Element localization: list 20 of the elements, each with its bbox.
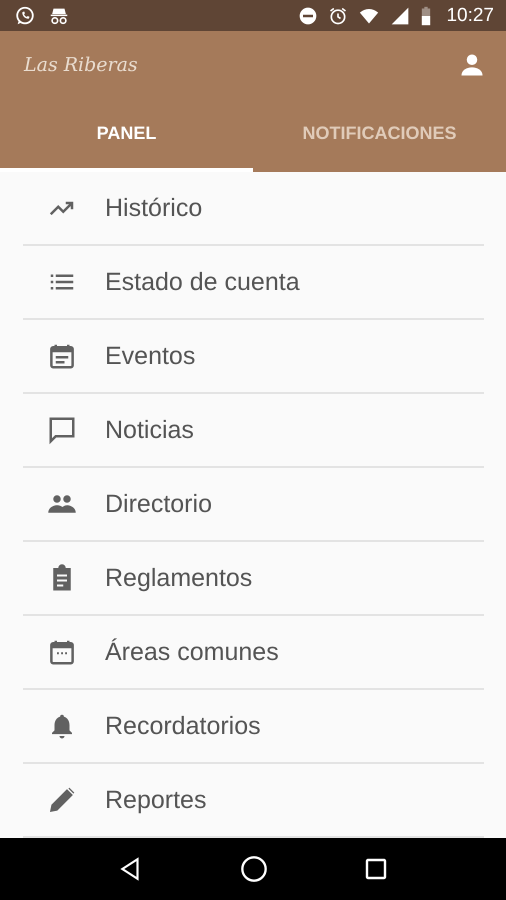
do-not-disturb-icon [298, 6, 318, 26]
app-logo: Las Riberas [24, 54, 138, 76]
recents-icon[interactable] [364, 857, 388, 881]
chat-bubble-icon [47, 415, 77, 445]
battery-icon [420, 6, 432, 26]
menu-item[interactable]: Reglamentos [23, 542, 484, 616]
menu-item[interactable]: Recordatorios [23, 690, 484, 764]
menu-item[interactable]: Histórico [23, 172, 484, 246]
menu-item[interactable]: Eventos [23, 320, 484, 394]
signal-icon [390, 6, 410, 26]
pencil-icon [47, 785, 77, 815]
clock-time: 10:27 [446, 4, 494, 26]
home-icon[interactable] [240, 855, 268, 883]
menu-item[interactable]: Directorio [23, 468, 484, 542]
tab[interactable]: PANEL [0, 99, 253, 172]
menu-item[interactable]: Estado de cuenta [23, 246, 484, 320]
alarm-icon [328, 6, 348, 26]
menu-item[interactable]: Áreas comunes [23, 616, 484, 690]
whatsapp-icon [14, 4, 36, 26]
menu-item[interactable]: Noticias [23, 394, 484, 468]
